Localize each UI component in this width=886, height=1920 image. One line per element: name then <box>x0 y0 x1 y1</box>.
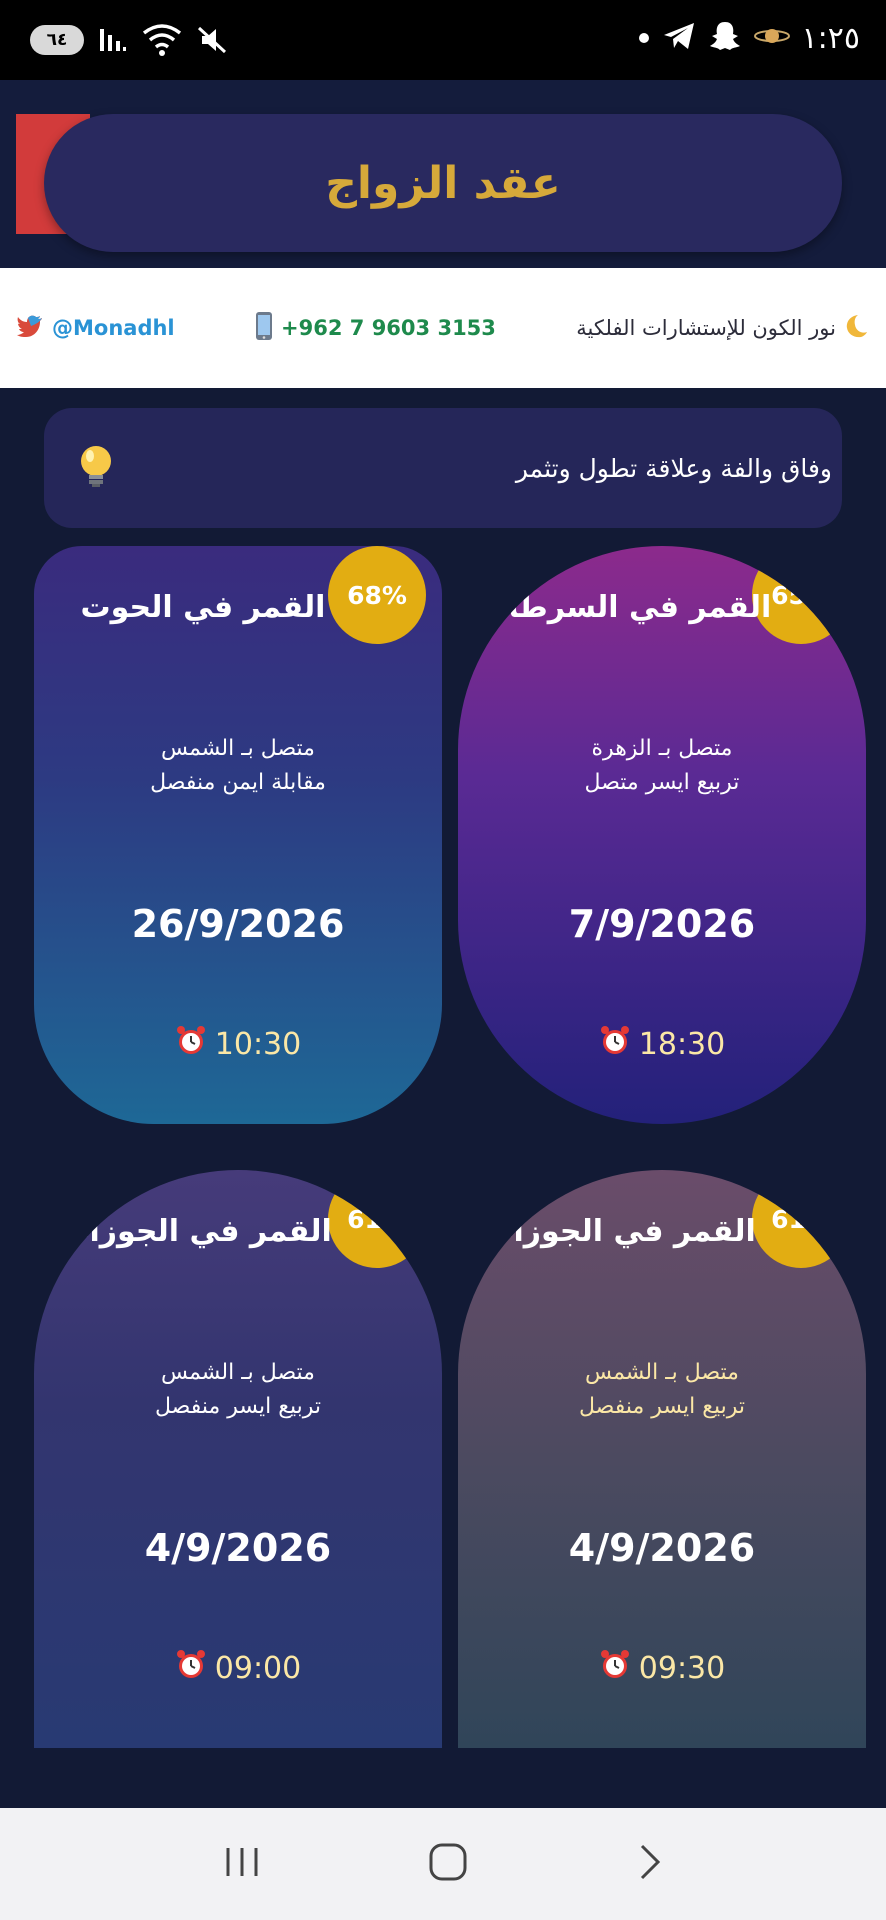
twitter-handle: @Monadhl <box>52 316 175 340</box>
tip-banner: وفاق والفة وعلاقة تطول وتثمر <box>44 408 842 528</box>
recent-apps-button[interactable] <box>222 1842 262 1886</box>
card-date: 4/9/2026 <box>144 1526 332 1570</box>
card-time-value: 09:00 <box>214 1650 302 1686</box>
tip-text: وفاق والفة وعلاقة تطول وتثمر <box>515 453 832 483</box>
card-time: 18:30 <box>458 1024 866 1064</box>
status-bar: ٦٤ ١:٢٥ <box>0 0 886 80</box>
aspect-line-2: مقابلة ايمن منفصل <box>150 770 326 795</box>
home-button[interactable] <box>427 1841 469 1887</box>
lightbulb-icon <box>76 443 116 493</box>
card-time-value: 18:30 <box>638 1026 726 1062</box>
alarm-clock-icon <box>599 1648 631 1688</box>
alarm-clock-icon <box>175 1024 207 1064</box>
snapchat-icon <box>708 20 742 56</box>
date-card[interactable]: 68% القمر في الحوت متصل بـ الشمس مقابلة … <box>34 546 442 1124</box>
aspect-line-1: متصل بـ الزهرة <box>591 736 733 761</box>
card-aspects: متصل بـ الشمس مقابلة ايمن منفصل <box>34 732 442 800</box>
wifi-icon <box>142 22 182 58</box>
aspect-line-1: متصل بـ الشمس <box>585 1360 739 1385</box>
bird-icon <box>16 314 44 343</box>
card-title: القمر في الجوزاء <box>74 1214 332 1249</box>
battery-indicator: ٦٤ <box>30 25 84 55</box>
card-time-value: 09:30 <box>638 1650 726 1686</box>
system-nav-bar <box>0 1808 886 1920</box>
crescent-moon-icon <box>844 313 868 344</box>
back-button[interactable] <box>634 1842 664 1886</box>
brand-name: نور الكون للإستشارات الفلكية <box>576 316 836 340</box>
aspect-line-2: تربيع ايسر منفصل <box>154 1394 321 1419</box>
alarm-clock-icon <box>599 1024 631 1064</box>
clock-time: ١:٢٥ <box>801 20 860 56</box>
aspect-line-2: تربيع ايسر منفصل <box>578 1394 745 1419</box>
header: عقد الزواج <box>0 80 886 268</box>
card-aspects: متصل بـ الزهرة تربيع ايسر متصل <box>458 732 866 800</box>
aspect-line-2: تربيع ايسر متصل <box>584 770 740 795</box>
date-card[interactable]: 65% القمر في السرطان متصل بـ الزهرة تربي… <box>458 546 866 1124</box>
aspect-line-1: متصل بـ الشمس <box>161 1360 315 1385</box>
signal-icon <box>98 22 128 58</box>
mute-icon <box>196 22 228 58</box>
card-time: 09:00 <box>34 1648 442 1688</box>
page-title: عقد الزواج <box>325 157 561 209</box>
brand-label: نور الكون للإستشارات الفلكية <box>576 313 868 344</box>
card-title: القمر في السرطان <box>482 590 772 625</box>
aspect-line-1: متصل بـ الشمس <box>161 736 315 761</box>
card-date: 26/9/2026 <box>131 902 345 946</box>
card-title: القمر في الجوزاء <box>498 1214 756 1249</box>
card-time-value: 10:30 <box>214 1026 302 1062</box>
contact-bar: @Monadhl +962 7 9603 3153 نور الكون للإس… <box>0 268 886 388</box>
alarm-clock-icon <box>175 1648 207 1688</box>
card-date: 4/9/2026 <box>568 1526 756 1570</box>
card-time: 10:30 <box>34 1024 442 1064</box>
phone-link[interactable]: +962 7 9603 3153 <box>255 311 496 346</box>
twitter-link[interactable]: @Monadhl <box>16 314 175 343</box>
main-content: عقد الزواج @Monadhl +962 7 9603 3153 نور… <box>0 80 886 1808</box>
card-aspects: متصل بـ الشمس تربيع ايسر منفصل <box>34 1356 442 1424</box>
title-pill: عقد الزواج <box>44 114 842 252</box>
card-time: 09:30 <box>458 1648 866 1688</box>
phone-icon <box>255 311 273 346</box>
date-card[interactable]: 61% القمر في الجوزاء متصل بـ الشمس تربيع… <box>458 1170 866 1748</box>
card-title: القمر في الحوت <box>80 590 326 625</box>
planet-icon <box>753 24 790 52</box>
date-card[interactable]: 61% القمر في الجوزاء متصل بـ الشمس تربيع… <box>34 1170 442 1748</box>
phone-number: +962 7 9603 3153 <box>281 316 496 340</box>
dot-icon <box>638 29 650 48</box>
card-aspects: متصل بـ الشمس تربيع ايسر منفصل <box>458 1356 866 1424</box>
card-date: 7/9/2026 <box>568 902 756 946</box>
telegram-icon <box>662 21 696 55</box>
